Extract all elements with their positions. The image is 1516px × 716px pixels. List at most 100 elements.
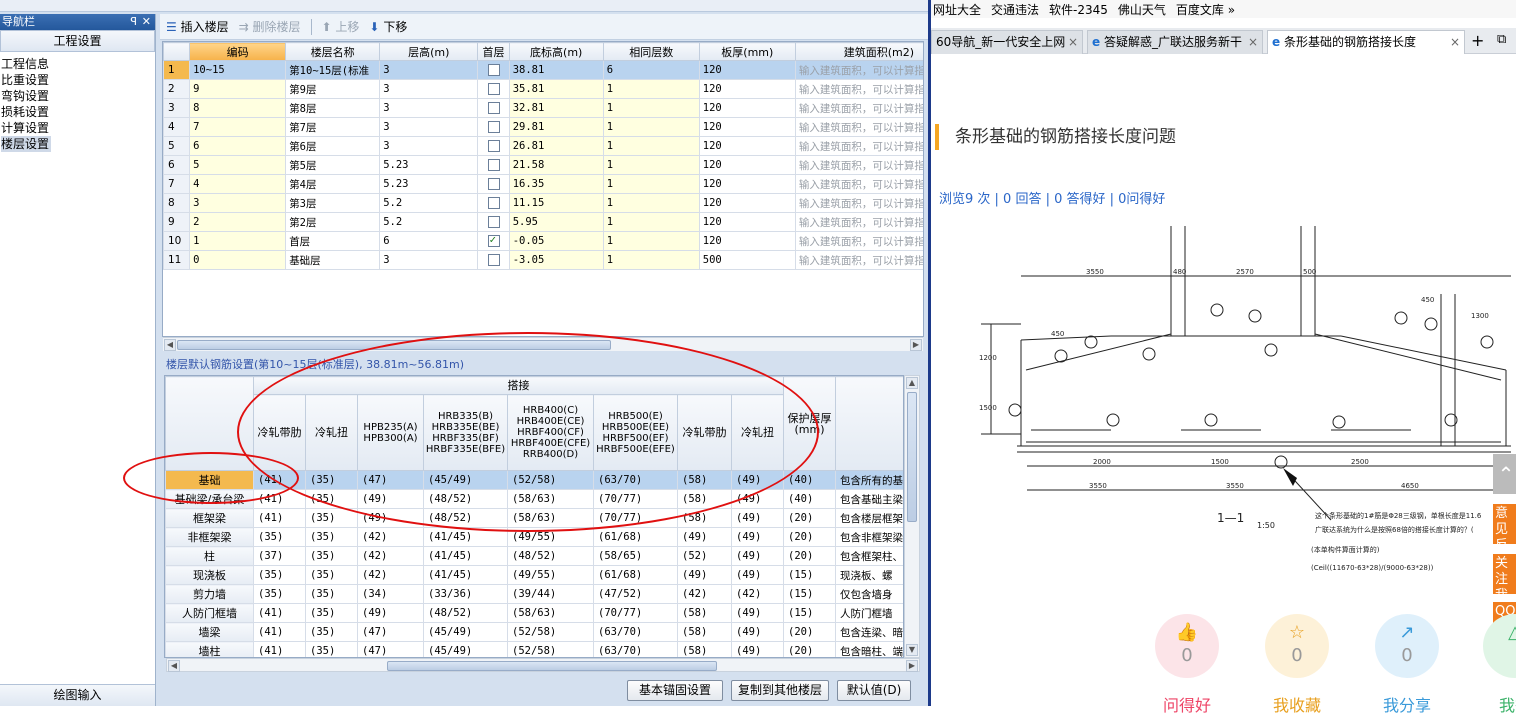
lap-value-cell[interactable]: (41) [253, 641, 306, 657]
nav-item[interactable]: 工程信息 [0, 56, 155, 72]
lap-value-cell[interactable]: (20) [783, 527, 836, 547]
checkbox[interactable] [487, 140, 500, 152]
lap-value-cell[interactable]: (41) [253, 603, 306, 623]
cell-same-count[interactable]: 1 [602, 193, 700, 213]
table-row[interactable]: 4 7 第7层 3 29.81 1 120 输入建筑面积，可以计算指标 [163, 117, 923, 137]
table-row[interactable]: 剪力墙 (35) (35) (34) (33/36) (39/44) (47/52) (42)… [165, 584, 903, 604]
close-icon[interactable]: × [1450, 31, 1460, 53]
browser-tab[interactable]: 60导航_新一代安全上网 × [931, 30, 1083, 54]
close-icon[interactable]: × [1068, 31, 1078, 53]
table-row[interactable]: 人防门框墙 (41) (35) (49) (48/52) (58/63) (70/77) (5… [165, 603, 903, 623]
feedback-button[interactable]: 意见反馈 [1493, 504, 1516, 569]
cell-first-floor[interactable] [477, 231, 510, 251]
table-row[interactable]: 6 5 第5层 5.23 21.58 1 120 输入建筑面积，可以计算指标 [163, 155, 923, 175]
lap-value-cell[interactable]: (58) [677, 641, 732, 657]
cell-name[interactable]: 第4层 [285, 174, 381, 194]
cell-same-count[interactable]: 1 [602, 174, 700, 194]
move-down-button[interactable]: ⬇ 下移 [369, 18, 407, 35]
cell-height[interactable]: 3 [379, 117, 479, 137]
cell-first-floor[interactable] [477, 155, 510, 175]
lap-value-cell[interactable]: (48/52) [423, 603, 508, 623]
lap-value-cell[interactable]: (15) [783, 584, 836, 604]
cell-area[interactable]: 输入建筑面积，可以计算指标 [794, 98, 923, 118]
cell-name[interactable]: 基础层 [285, 250, 381, 270]
cell-bottom-elev[interactable]: 26.81 [508, 136, 604, 156]
scroll-right-icon[interactable]: ▶ [910, 339, 922, 351]
description-cell[interactable]: 仅包含墙身 [835, 584, 903, 604]
cell-same-count[interactable]: 1 [602, 212, 700, 232]
lap-value-cell[interactable]: (49/55) [507, 565, 594, 585]
cell-name[interactable]: 第10~15层(标准 [285, 60, 381, 80]
cell-same-count[interactable]: 1 [602, 155, 700, 175]
cell-height[interactable]: 5.23 [379, 174, 479, 194]
scroll-down-icon[interactable]: ▼ [906, 644, 918, 656]
lap-value-cell[interactable]: (61/68) [593, 527, 678, 547]
lap-value-cell[interactable]: (35) [305, 565, 358, 585]
rebar-table-hscrollbar[interactable]: ◀ ▶ [166, 658, 920, 672]
cell-first-floor[interactable] [477, 98, 510, 118]
cell-name[interactable]: 第3层 [285, 193, 381, 213]
tab-project-settings[interactable]: 工程设置 [0, 30, 155, 52]
cell-thickness[interactable]: 120 [698, 231, 796, 251]
table-row[interactable]: 2 9 第9层 3 35.81 1 120 输入建筑面积，可以计算指标 [163, 79, 923, 99]
table-row[interactable]: 1 10~15 第10~15层(标准 3 38.81 6 120 输入建筑面积，可以计算指标 [163, 60, 923, 80]
favorite-link[interactable]: 百度文库 » [1176, 1, 1235, 18]
checkbox[interactable] [487, 83, 500, 95]
cell-bottom-elev[interactable]: 5.95 [508, 212, 604, 232]
table-row[interactable]: 9 2 第2层 5.2 5.95 1 120 输入建筑面积，可以计算指标 [163, 212, 923, 232]
cell-area[interactable]: 输入建筑面积，可以计算指标 [794, 117, 923, 137]
cell-area[interactable]: 输入建筑面积，可以计算指标 [794, 155, 923, 175]
cell-area[interactable]: 输入建筑面积，可以计算指标 [794, 174, 923, 194]
lap-value-cell[interactable]: (45/49) [423, 622, 508, 642]
cell-name[interactable]: 第7层 [285, 117, 381, 137]
anchor-settings-button[interactable]: 基本锚固设置 [627, 680, 723, 701]
checkbox[interactable] [487, 102, 500, 114]
table-row[interactable]: 5 6 第6层 3 26.81 1 120 输入建筑面积，可以计算指标 [163, 136, 923, 156]
cell-first-floor[interactable] [477, 117, 510, 137]
cell-code[interactable]: 10~15 [189, 60, 287, 80]
cell-thickness[interactable]: 120 [698, 136, 796, 156]
lap-value-cell[interactable]: (42) [677, 584, 732, 604]
close-icon[interactable]: ✕ [142, 14, 151, 30]
cell-code[interactable]: 9 [189, 79, 287, 99]
checkbox[interactable] [487, 197, 500, 209]
description-cell[interactable]: 包含非框架梁 [835, 527, 903, 547]
lap-value-cell[interactable]: (42) [357, 527, 424, 547]
description-cell[interactable]: 包含暗柱、端 [835, 641, 903, 657]
cell-bottom-elev[interactable]: 21.58 [508, 155, 604, 175]
pin-icon[interactable]: ꟼ [130, 14, 137, 30]
lap-value-cell[interactable]: (41/45) [423, 546, 508, 566]
report-button[interactable]: △ [1483, 614, 1516, 678]
table-row[interactable]: 墙柱 (41) (35) (47) (45/49) (52/58) (63/70) (58)(… [165, 641, 903, 657]
cell-same-count[interactable]: 1 [602, 231, 700, 251]
checkbox[interactable] [487, 178, 500, 190]
lap-value-cell[interactable]: (49) [731, 527, 784, 547]
copy-to-floors-button[interactable]: 复制到其他楼层 [731, 680, 829, 701]
lap-value-cell[interactable]: (49) [731, 641, 784, 657]
cell-code[interactable]: 3 [189, 193, 287, 213]
move-up-button[interactable]: ⬆ 上移 [322, 18, 360, 35]
lap-value-cell[interactable]: (35) [305, 584, 358, 604]
cell-thickness[interactable]: 120 [698, 79, 796, 99]
lap-value-cell[interactable]: (49) [677, 565, 732, 585]
scroll-left-icon[interactable]: ◀ [168, 660, 180, 672]
lap-value-cell[interactable]: (39/44) [507, 584, 594, 604]
lap-value-cell[interactable]: (20) [783, 622, 836, 642]
cell-same-count[interactable]: 1 [602, 117, 700, 137]
cell-same-count[interactable]: 1 [602, 98, 700, 118]
cell-thickness[interactable]: 120 [698, 60, 796, 80]
cell-area[interactable]: 输入建筑面积，可以计算指标 [794, 79, 923, 99]
lap-value-cell[interactable]: (34) [357, 584, 424, 604]
lap-value-cell[interactable]: (49) [731, 603, 784, 623]
share-button[interactable]: ↗ 0 [1375, 614, 1439, 678]
table-row[interactable]: 现浇板 (35) (35) (42) (41/45) (49/55) (61/68) (49)… [165, 565, 903, 585]
description-cell[interactable]: 包含基础主梁 [835, 489, 903, 509]
lap-value-cell[interactable]: (47) [357, 641, 424, 657]
lap-value-cell[interactable]: (70/77) [593, 603, 678, 623]
cell-code[interactable]: 7 [189, 117, 287, 137]
lap-value-cell[interactable]: (61/68) [593, 565, 678, 585]
cell-same-count[interactable]: 1 [602, 136, 700, 156]
cell-height[interactable]: 3 [379, 250, 479, 270]
rebar-table-vscrollbar[interactable]: ▲ ▼ [904, 375, 920, 658]
checkbox[interactable] [487, 64, 500, 76]
